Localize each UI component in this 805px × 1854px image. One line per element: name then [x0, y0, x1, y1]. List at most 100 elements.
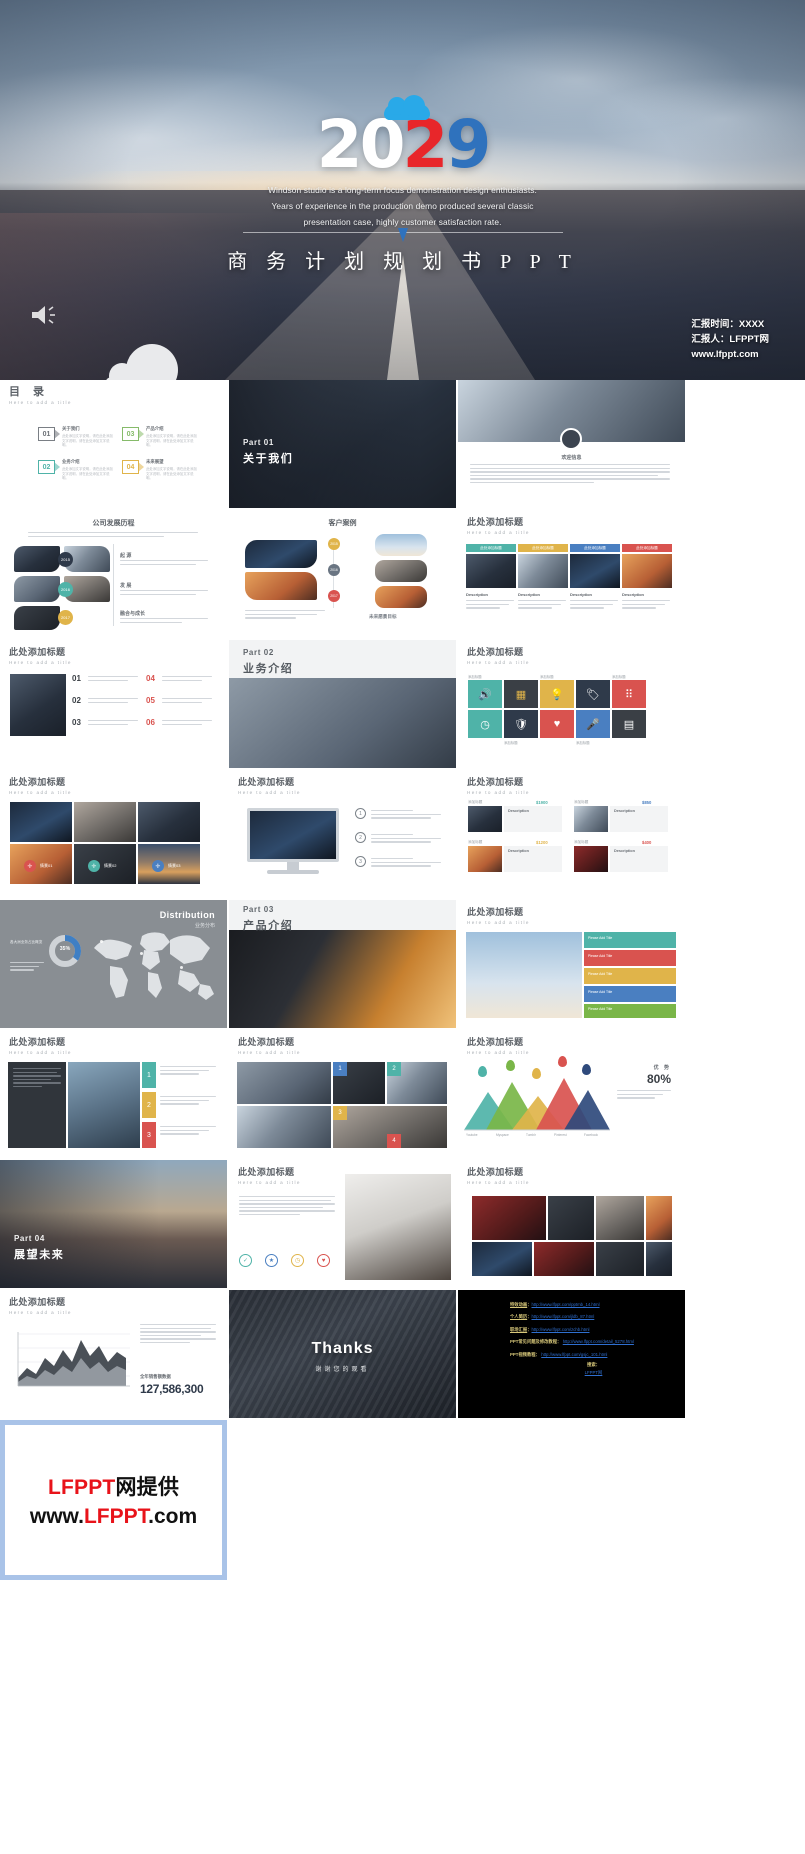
slide-customers[interactable]: 客户案例 2015 2016 2017 未来愿景目标 — [229, 510, 456, 638]
customer-year-1: 2015 — [328, 538, 340, 550]
chart-icon[interactable]: ▤ — [612, 710, 646, 738]
slide-thanks[interactable]: Thanks 谢谢您的观看 — [229, 1290, 456, 1418]
slide-part-01[interactable]: Part 01 关于我们 — [229, 380, 456, 508]
link-label-2: 个人简历 — [510, 1314, 528, 1320]
reporter-name: 汇报人：LFPPT网 — [691, 334, 769, 345]
link-url-3[interactable]: http://www.lfppt.com/zchb.html — [531, 1327, 589, 1332]
faq-label: PPT常见问题及修改教程： — [510, 1339, 562, 1345]
slide-catalog[interactable]: 目 录 Here to add a title 01 关于我们 此处添加文字说明，… — [0, 380, 227, 508]
history-desc-1 — [120, 560, 208, 567]
tag-icon[interactable]: 🏷 — [576, 680, 610, 708]
marker-icon-3 — [532, 1068, 541, 1079]
check-icon[interactable]: ✓ — [239, 1254, 252, 1267]
mosaic-photo-2 — [74, 802, 136, 842]
slide-four-cards[interactable]: 此处添加标题 Here to add a title 此处添加标题 此处添加标题… — [458, 510, 685, 638]
tab-1[interactable]: 此处添加标题 — [466, 544, 516, 552]
camera-photo-1 — [472, 1196, 546, 1240]
monitor-stand — [287, 862, 299, 870]
welcome-badge: 欢迎信息 — [561, 455, 582, 461]
mosaic-photo-1 — [10, 802, 72, 842]
color-bar-3[interactable] — [584, 968, 676, 984]
color-bar-2[interactable] — [584, 950, 676, 966]
clock-icon[interactable]: ◷ — [291, 1254, 304, 1267]
slide-color-bars[interactable]: 此处添加标题 Here to add a title Please Add Ti… — [458, 900, 685, 1028]
star-icon[interactable]: ★ — [265, 1254, 278, 1267]
lfppt-watermark: LFPPT网提供 www.LFPPT.com — [0, 1420, 227, 1580]
part04-overlay — [0, 1160, 227, 1288]
slide-icon-grid[interactable]: 此处添加标题 Here to add a title 🔊 ▦ 💡 🏷 ⠿ ◷ 🛡… — [458, 640, 685, 768]
slide-chart[interactable]: 此处添加标题 Here to add a title 全年销售额数据 127,5… — [0, 1290, 227, 1418]
mosaic-photo-3 — [138, 802, 200, 842]
clock-icon[interactable]: ◷ — [468, 710, 502, 738]
price-card-2: Description — [610, 806, 668, 832]
link-row-1: 特效动画：http://www.lfppt.com/pptmb_14.html — [510, 1300, 677, 1309]
slide-num-grid-4[interactable]: 此处添加标题 Here to add a title 1 2 3 4 — [229, 1030, 456, 1158]
card-desc-label-1: Description — [466, 592, 489, 597]
slide-photo-mosaic[interactable]: 此处添加标题 Here to add a title ✛ ✛ ✛ 情景01 情景… — [0, 770, 227, 898]
faq-url[interactable]: http://www.lfppt.com/detail_5278.html — [563, 1339, 634, 1344]
search-value[interactable]: LFPPT网 — [585, 1370, 603, 1375]
pin-icon-1[interactable]: ✛ — [24, 860, 36, 872]
tab-4[interactable]: 此处添加标题 — [622, 544, 672, 552]
lightbulb-icon[interactable]: 💡 — [540, 680, 574, 708]
slide-monitor[interactable]: 此处添加标题 Here to add a title 1 2 3 — [229, 770, 456, 898]
tab-3[interactable]: 此处添加标题 — [570, 544, 620, 552]
price-value-3: $1200 — [536, 840, 548, 845]
link-url-2[interactable]: http://www.lfppt.com/jldb_87.html — [531, 1314, 594, 1319]
history-step-1: 起 源 — [120, 553, 132, 559]
slide-part-04[interactable]: Part 04 展望未来 — [0, 1160, 227, 1288]
slide-title: 此处添加标题 Here to add a title — [238, 777, 301, 795]
heart-icon[interactable]: ♥ — [540, 710, 574, 738]
slide-six-numbers[interactable]: 此处添加标题 Here to add a title 01 02 03 04 0… — [0, 640, 227, 768]
speaker-icon[interactable] — [30, 304, 60, 326]
part-title: 展望未来 — [14, 1249, 65, 1261]
slide-laptop[interactable]: 此处添加标题 Here to add a title ✓ ★ ◷ ♥ — [229, 1160, 456, 1288]
grid-icon[interactable]: ▦ — [504, 680, 538, 708]
slide-title: 此处添加标题 Here to add a title — [9, 647, 72, 665]
list-body-3 — [371, 858, 441, 869]
link-block-1: PPT常见问题及修改教程： http://www.lfppt.com/detai… — [510, 1337, 677, 1346]
list123-body-1 — [160, 1066, 216, 1077]
map-body-text — [10, 962, 44, 973]
slide-cameras[interactable]: 此处添加标题 Here to add a title — [458, 1160, 685, 1288]
color-bar-4[interactable] — [584, 986, 676, 1002]
numgrid-photo-1 — [237, 1062, 331, 1104]
slide-links[interactable]: 特效动画：http://www.lfppt.com/pptmb_14.html … — [458, 1290, 685, 1418]
watermark-line-1: LFPPT网提供 — [48, 1471, 179, 1501]
shield-icon[interactable]: 🛡 — [504, 710, 538, 738]
apps-icon[interactable]: ⠿ — [612, 680, 646, 708]
slide-part-02[interactable]: Part 02 业务介绍 — [229, 640, 456, 768]
history-desc-2 — [120, 590, 208, 597]
catalog-num-03: 03 — [122, 427, 144, 441]
price-label-1: 添加标题 — [468, 800, 483, 804]
price-label-4: 添加标题 — [574, 840, 589, 844]
slide-list-123[interactable]: 此处添加标题 Here to add a title 1 2 3 — [0, 1030, 227, 1158]
slide-part-03[interactable]: Part 03 产品介绍 — [229, 900, 456, 1028]
slide-world-map[interactable]: Distribution 业务分布 35% 各大洲业务占比概览 — [0, 900, 227, 1028]
slide-company-history[interactable]: 公司发展历程 2015 2016 2017 起 源 发 展 融合与成长 — [0, 510, 227, 638]
mic-icon[interactable]: 🎤 — [576, 710, 610, 738]
tab-2[interactable]: 此处添加标题 — [518, 544, 568, 552]
pin-icon-3[interactable]: ✛ — [152, 860, 164, 872]
color-bar-1[interactable] — [584, 932, 676, 948]
link-block-2: PPT视频教程： http://www.lfppt.com/gsjc_101.h… — [510, 1350, 677, 1359]
speaker-icon[interactable]: 🔊 — [468, 680, 502, 708]
heart-icon[interactable]: ♥ — [317, 1254, 330, 1267]
camera-photo-7 — [596, 1242, 644, 1276]
pin-icon-2[interactable]: ✛ — [88, 860, 100, 872]
video-url[interactable]: http://www.lfppt.com/gsjc_101.html — [541, 1352, 607, 1357]
price-desc-3: Description — [508, 849, 529, 853]
slide-price-cards[interactable]: 此处添加标题 Here to add a title Description 添… — [458, 770, 685, 898]
part-label: Part 02 业务介绍 — [243, 648, 293, 676]
history-year-3: 2017 — [58, 610, 73, 625]
list-badge-3: 3 — [142, 1122, 156, 1148]
list-body-1 — [371, 810, 441, 821]
price-card-4: Description — [610, 846, 668, 872]
icon-label-2: 添加标题 — [540, 675, 554, 679]
six-num-01: 01 — [72, 674, 81, 683]
slide-mountains[interactable]: 此处添加标题 Here to add a title 优 势 80% Youtu… — [458, 1030, 685, 1158]
price-desc-1: Description — [508, 809, 529, 813]
slide-welcome[interactable]: 欢迎信息 — [458, 380, 685, 508]
bar-label-2: Please Add Title — [588, 954, 613, 958]
link-url-1[interactable]: http://www.lfppt.com/pptmb_14.html — [531, 1302, 599, 1307]
